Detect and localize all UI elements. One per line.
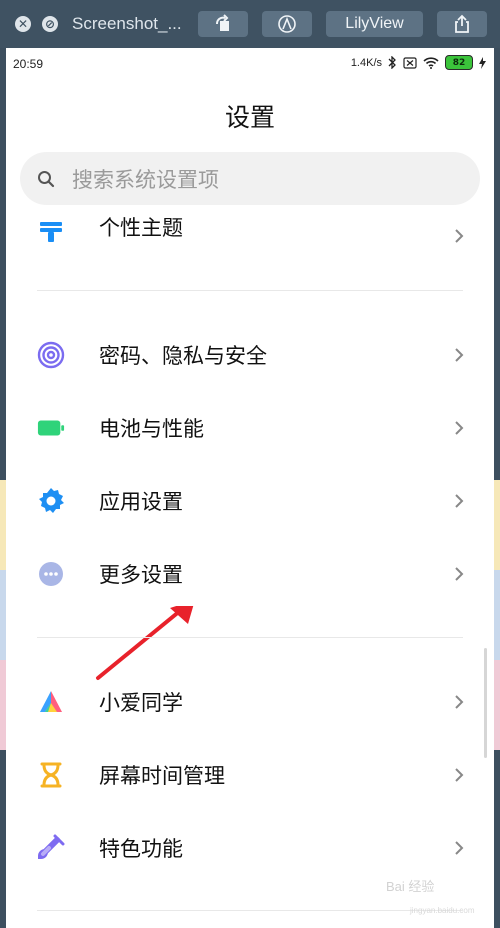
- bluetooth-icon: [388, 56, 396, 69]
- settings-item-label: 特色功能: [99, 837, 183, 861]
- settings-item-label: 小爱同学: [99, 691, 183, 715]
- test-tube-icon: [37, 834, 65, 862]
- fingerprint-icon: [37, 341, 65, 369]
- settings-item-screen-time[interactable]: 屏幕时间管理: [6, 745, 494, 805]
- settings-item-xiaoai[interactable]: 小爱同学: [6, 672, 494, 732]
- status-bar: 20:59 1.4K/s 82: [6, 48, 494, 82]
- settings-item-features[interactable]: 特色功能: [6, 818, 494, 878]
- share-button[interactable]: [437, 11, 487, 37]
- rotate-button[interactable]: [198, 11, 248, 37]
- edge-strip: [494, 570, 500, 660]
- settings-item-label: 应用设置: [99, 490, 183, 514]
- settings-item-label: 屏幕时间管理: [99, 764, 225, 788]
- hourglass-icon: [37, 761, 65, 789]
- markup-icon: [278, 15, 296, 33]
- chevron-right-icon: [455, 229, 464, 243]
- settings-item-label: 更多设置: [99, 563, 183, 587]
- settings-item-label: 密码、隐私与安全: [99, 344, 267, 368]
- watermark: Bai 经验: [386, 879, 435, 894]
- status-time: 20:59: [13, 57, 44, 71]
- edge-strip: [494, 660, 500, 750]
- chevron-right-icon: [455, 348, 464, 362]
- battery-level: 82: [452, 57, 466, 68]
- chevron-right-icon: [455, 695, 464, 709]
- chevron-right-icon: [455, 841, 464, 855]
- chevron-right-icon: [455, 567, 464, 581]
- sim-off-icon: [403, 56, 417, 69]
- search-placeholder: 搜索系统设置项: [72, 167, 219, 192]
- lilyview-button[interactable]: LilyView: [326, 11, 423, 37]
- lilyview-button-label: LilyView: [345, 15, 404, 32]
- settings-item-label: 电池与性能: [99, 417, 204, 441]
- settings-item-battery[interactable]: 电池与性能: [6, 398, 494, 458]
- markup-button[interactable]: [262, 11, 312, 37]
- battery-icon: [37, 414, 65, 442]
- chevron-right-icon: [455, 768, 464, 782]
- settings-item-more[interactable]: 更多设置: [6, 544, 494, 604]
- phone-screen: 20:59 1.4K/s 82 设置 搜索系统设置项 个性主题 密码、隐私与安全…: [6, 48, 494, 928]
- chevron-right-icon: [455, 421, 464, 435]
- rotate-icon: [216, 14, 229, 31]
- wifi-icon: [423, 56, 439, 69]
- minimize-icon[interactable]: ⊘: [42, 16, 58, 32]
- edge-strip: [494, 480, 500, 570]
- theme-icon: [37, 218, 65, 246]
- file-title: Screenshot_...: [72, 14, 182, 33]
- chevron-right-icon: [455, 494, 464, 508]
- close-icon[interactable]: ✕: [15, 16, 31, 32]
- settings-item-apps[interactable]: 应用设置: [6, 471, 494, 531]
- search-input[interactable]: 搜索系统设置项: [20, 152, 480, 205]
- search-icon: [38, 170, 55, 187]
- divider: [37, 637, 463, 638]
- settings-item-theme[interactable]: 个性主题: [6, 214, 494, 254]
- settings-item-privacy[interactable]: 密码、隐私与安全: [6, 325, 494, 385]
- more-icon: [37, 560, 65, 588]
- divider: [37, 290, 463, 291]
- watermark-sub: jingyan.baidu.com: [410, 906, 475, 915]
- share-icon: [455, 14, 469, 33]
- divider: [37, 910, 463, 911]
- page-title: 设置: [224, 103, 275, 132]
- settings-item-label: 个性主题: [99, 216, 183, 240]
- battery-indicator: 82: [445, 55, 473, 70]
- charging-icon: [479, 56, 486, 69]
- gear-icon: [37, 487, 65, 515]
- network-speed: 1.4K/s: [350, 56, 382, 69]
- xiaoai-icon: [37, 688, 65, 716]
- viewer-toolbar: ✕ ⊘ Screenshot_... LilyView: [0, 0, 500, 48]
